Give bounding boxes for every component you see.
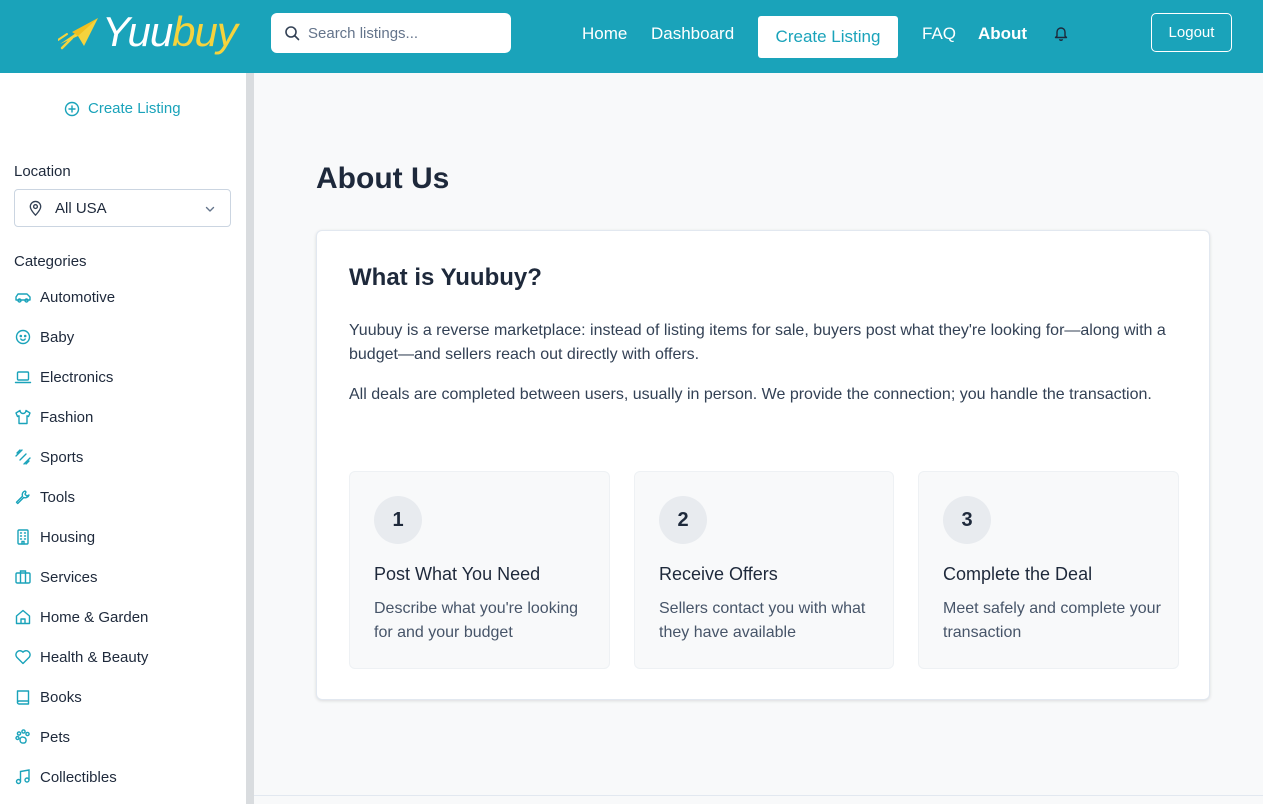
category-item-electronics[interactable]: Electronics bbox=[14, 357, 148, 397]
location-select[interactable]: All USA bbox=[14, 189, 231, 227]
sidebar-create-listing-link[interactable]: Create Listing bbox=[64, 100, 181, 117]
music-icon bbox=[15, 769, 30, 785]
category-item-health-beauty[interactable]: Health & Beauty bbox=[14, 637, 148, 677]
paw-icon bbox=[15, 729, 30, 744]
category-item-books[interactable]: Books bbox=[14, 677, 148, 717]
category-label: Services bbox=[40, 568, 98, 586]
card-title: What is Yuubuy? bbox=[349, 264, 542, 291]
category-label: Sports bbox=[40, 448, 84, 466]
step-description: Meet safely and complete your transactio… bbox=[943, 600, 1161, 641]
briefcase-icon bbox=[15, 570, 31, 584]
baby-icon bbox=[15, 329, 31, 345]
top-navigation-bar: Yuubuy Home Dashboard Create Listing FAQ… bbox=[0, 0, 1263, 73]
category-label: Automotive bbox=[40, 288, 116, 306]
step-description: Describe what you're looking for and you… bbox=[374, 600, 579, 641]
category-item-automotive[interactable]: Automotive bbox=[14, 277, 148, 317]
category-item-home-garden[interactable]: Home & Garden bbox=[14, 597, 148, 637]
house-icon bbox=[15, 609, 31, 625]
map-pin-icon bbox=[29, 200, 42, 216]
plus-circle-icon bbox=[64, 101, 80, 116]
nav-faq-link[interactable]: FAQ bbox=[922, 24, 956, 44]
search-box[interactable] bbox=[271, 13, 511, 53]
about-paragraph-2: All deals are completed between users, u… bbox=[349, 386, 1152, 403]
dumbbell-icon bbox=[15, 449, 31, 465]
wrench-icon bbox=[15, 490, 30, 505]
category-item-pets[interactable]: Pets bbox=[14, 717, 148, 757]
nav-dashboard-link[interactable]: Dashboard bbox=[651, 24, 734, 44]
category-item-baby[interactable]: Baby bbox=[14, 317, 148, 357]
location-value: All USA bbox=[55, 199, 107, 217]
nav-home-link[interactable]: Home bbox=[582, 24, 627, 44]
category-label: Collectibles bbox=[40, 768, 117, 786]
step-card-2: 2 Receive Offers Sellers contact you wit… bbox=[634, 471, 894, 669]
paper-plane-logo-icon bbox=[58, 18, 98, 50]
footer-divider bbox=[254, 795, 1263, 796]
page-title: About Us bbox=[316, 162, 450, 195]
step-card-1: 1 Post What You Need Describe what you'r… bbox=[349, 471, 610, 669]
search-icon bbox=[285, 26, 300, 41]
shirt-icon bbox=[15, 409, 31, 425]
step-description: Sellers contact you with what they have … bbox=[659, 600, 866, 641]
logo-text-yuu: Yuu bbox=[102, 8, 173, 55]
location-label: Location bbox=[14, 163, 71, 180]
category-item-sports[interactable]: Sports bbox=[14, 437, 148, 477]
step-title: Receive Offers bbox=[659, 564, 778, 584]
yuubuy-logo[interactable]: Yuubuy bbox=[58, 8, 238, 55]
about-paragraph-1: Yuubuy is a reverse marketplace: instead… bbox=[349, 322, 1166, 363]
sidebar: Create Listing Location All USA Categori… bbox=[0, 73, 246, 804]
bell-icon[interactable] bbox=[1053, 25, 1069, 41]
categories-label: Categories bbox=[14, 253, 87, 270]
category-label: Baby bbox=[40, 328, 75, 346]
step-title: Complete the Deal bbox=[943, 564, 1093, 584]
category-list: Automotive Baby Electronics Fashion Spor… bbox=[14, 277, 148, 797]
category-label: Home & Garden bbox=[40, 608, 149, 626]
step-number: 2 bbox=[659, 496, 707, 544]
logo-text: Yuubuy bbox=[102, 8, 238, 55]
category-label: Fashion bbox=[40, 408, 94, 426]
building-icon bbox=[17, 529, 29, 545]
category-item-fashion[interactable]: Fashion bbox=[14, 397, 148, 437]
category-label: Books bbox=[40, 688, 82, 706]
nav-create-listing-button[interactable]: Create Listing bbox=[758, 16, 898, 58]
main-content: About Us What is Yuubuy? Yuubuy is a rev… bbox=[254, 73, 1263, 804]
category-item-collectibles[interactable]: Collectibles bbox=[14, 757, 148, 797]
category-label: Housing bbox=[40, 528, 96, 546]
sidebar-scrollbar[interactable] bbox=[246, 73, 254, 804]
step-card-3: 3 Complete the Deal Meet safely and comp… bbox=[918, 471, 1179, 669]
step-title: Post What You Need bbox=[374, 564, 541, 584]
step-number: 1 bbox=[374, 496, 422, 544]
logo-text-buy: buy bbox=[172, 8, 238, 55]
category-label: Health & Beauty bbox=[40, 648, 149, 666]
step-number: 3 bbox=[943, 496, 991, 544]
search-input[interactable] bbox=[308, 24, 498, 42]
category-item-services[interactable]: Services bbox=[14, 557, 148, 597]
category-item-tools[interactable]: Tools bbox=[14, 477, 148, 517]
about-card: What is Yuubuy? Yuubuy is a reverse mark… bbox=[316, 230, 1210, 700]
category-label: Electronics bbox=[40, 368, 114, 386]
car-icon bbox=[15, 293, 31, 303]
category-item-housing[interactable]: Housing bbox=[14, 517, 148, 557]
sidebar-create-listing-label: Create Listing bbox=[88, 100, 181, 117]
logout-button[interactable]: Logout bbox=[1151, 13, 1232, 52]
heart-icon bbox=[15, 650, 31, 665]
nav-about-link[interactable]: About bbox=[978, 24, 1027, 44]
book-icon bbox=[16, 690, 30, 705]
chevron-down-icon bbox=[205, 206, 215, 212]
category-label: Pets bbox=[40, 728, 71, 746]
laptop-icon bbox=[14, 371, 32, 384]
category-label: Tools bbox=[40, 488, 76, 506]
